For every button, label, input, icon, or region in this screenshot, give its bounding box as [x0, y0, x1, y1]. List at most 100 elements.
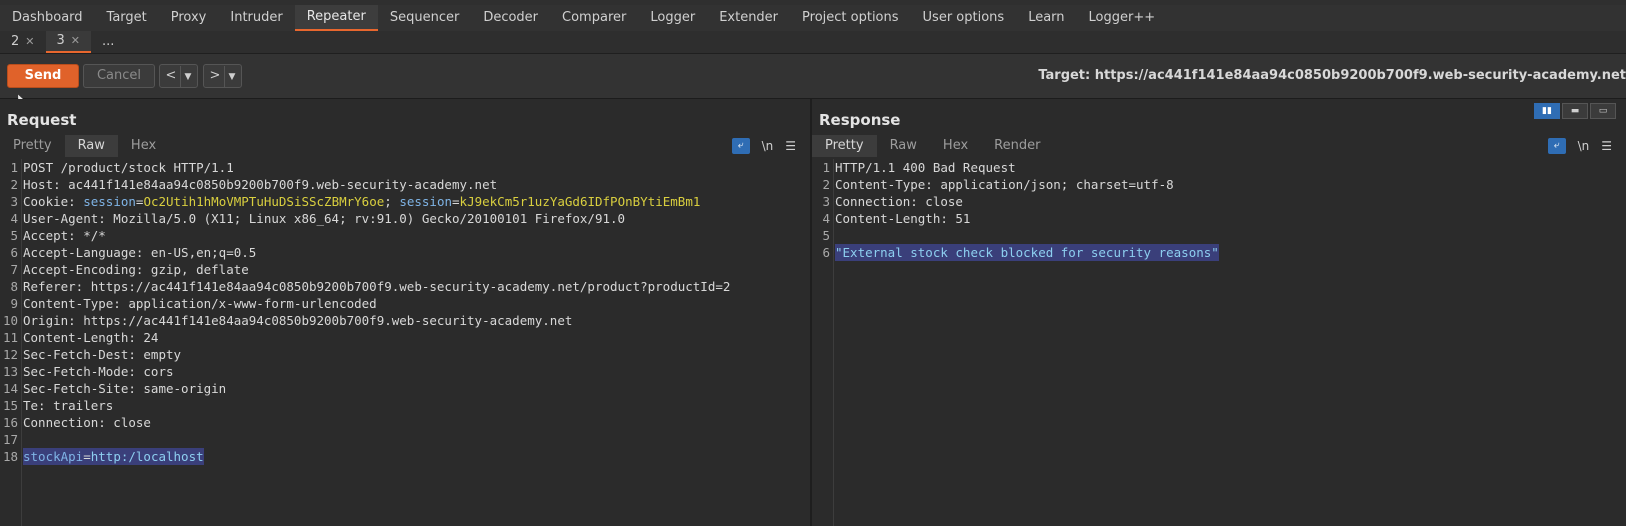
repeater-tab-label: 2: [11, 34, 20, 49]
menu-learn[interactable]: Learn: [1016, 5, 1076, 31]
line-number: 17: [2, 432, 18, 447]
status-line: HTTP/1.1 400 Bad Request: [835, 160, 1016, 175]
header-line: Referer: https://ac441f141e84aa94c0850b9…: [23, 279, 731, 294]
layout-switcher: ▮▮ ▬ ▭: [1534, 103, 1616, 119]
header-line: Content-Type: application/json; charset=…: [835, 177, 1174, 192]
line-number: 11: [2, 330, 18, 345]
menu-proxy[interactable]: Proxy: [159, 5, 219, 31]
repeater-tab-bar: 2 ✕ 3 ✕ ...: [0, 31, 1626, 54]
header-line: Sec-Fetch-Mode: cors: [23, 364, 174, 379]
tab-render[interactable]: Render: [981, 135, 1053, 157]
response-editor[interactable]: 1 HTTP/1.1 400 Bad Request 2 Content-Type:…: [812, 159, 1626, 526]
header-line: Content-Length: 51: [835, 211, 971, 226]
tab-hex[interactable]: Hex: [930, 135, 981, 157]
line-number: 6: [10, 245, 18, 260]
target-label[interactable]: Target: https://ac441f141e84aa94c0850b92…: [1038, 68, 1626, 83]
menu-logger[interactable]: Logger: [638, 5, 707, 31]
menu-comparer[interactable]: Comparer: [550, 5, 638, 31]
tab-raw[interactable]: Raw: [877, 135, 930, 157]
line-number: 13: [2, 364, 18, 379]
request-editor-tools: ⤶ \n ☰: [731, 138, 796, 154]
tab-hex[interactable]: Hex: [118, 135, 169, 157]
cookie-name: session: [83, 194, 136, 209]
main-menu: Dashboard Target Proxy Intruder Repeater…: [0, 5, 1626, 32]
line-number: 2: [10, 177, 18, 192]
chevron-right-icon: >: [209, 68, 221, 83]
body-line-selected: stockApi=http:/localhost: [23, 448, 204, 465]
new-tab-button[interactable]: ...: [91, 31, 125, 53]
layout-side-by-side-icon[interactable]: ▮▮: [1534, 103, 1560, 119]
menu-intruder[interactable]: Intruder: [218, 5, 294, 31]
response-title: Response: [819, 111, 901, 129]
body-param-name: stockApi: [23, 449, 84, 464]
header-line: Connection: close: [835, 194, 963, 209]
menu-target[interactable]: Target: [95, 5, 159, 31]
header-line: Host: ac441f141e84aa94c0850b9200b700f9.w…: [23, 177, 498, 192]
line-number: 9: [10, 296, 18, 311]
menu-logger-plus[interactable]: Logger++: [1077, 5, 1168, 31]
close-icon[interactable]: ✕: [25, 31, 34, 53]
line-number: 4: [822, 211, 830, 226]
layout-tabs-icon[interactable]: ▭: [1590, 103, 1616, 119]
header-line: Accept-Encoding: gzip, deflate: [23, 262, 249, 277]
header-line: Connection: close: [23, 415, 151, 430]
line-number: 2: [822, 177, 830, 192]
newline-toggle-icon[interactable]: \n: [762, 139, 774, 153]
request-editor[interactable]: 1 POST /product/stock HTTP/1.1 2 Host: ac4…: [0, 159, 810, 526]
header-line: Accept: */*: [23, 228, 106, 243]
repeater-tab-2[interactable]: 2 ✕: [0, 31, 46, 53]
menu-user-options[interactable]: User options: [911, 5, 1017, 31]
menu-dashboard[interactable]: Dashboard: [0, 5, 95, 31]
cookie-header-name: Cookie:: [23, 194, 76, 209]
cookie-name: session: [399, 194, 453, 209]
repeater-tab-3[interactable]: 3 ✕: [45, 31, 91, 53]
header-line: Sec-Fetch-Dest: empty: [23, 347, 182, 362]
line-number: 1: [822, 160, 830, 175]
layout-stacked-icon[interactable]: ▬: [1562, 103, 1588, 119]
menu-sequencer[interactable]: Sequencer: [378, 5, 471, 31]
close-icon[interactable]: ✕: [71, 31, 80, 51]
tab-pretty[interactable]: Pretty: [812, 135, 877, 157]
history-back-button[interactable]: < ▼: [159, 64, 198, 88]
line-number: 7: [10, 262, 18, 277]
header-line: Origin: https://ac441f141e84aa94c0850b92…: [23, 313, 573, 328]
repeater-tab-label: 3: [56, 33, 65, 48]
cookie-value: kJ9ekCm5r1uzYaGd6IDfPOnBYtiEmBm1: [459, 194, 701, 209]
response-view-tabs: Pretty Raw Hex Render: [812, 135, 1053, 157]
menu-icon[interactable]: ☰: [1601, 139, 1612, 153]
menu-icon[interactable]: ☰: [785, 139, 796, 153]
line-number: 5: [10, 228, 18, 243]
cancel-button[interactable]: Cancel: [83, 64, 155, 88]
request-view-tabs: Pretty Raw Hex: [0, 135, 169, 157]
header-line: Accept-Language: en-US,en;q=0.5: [23, 245, 257, 260]
line-number: 12: [2, 347, 18, 362]
word-wrap-icon[interactable]: ⤶: [731, 138, 750, 154]
dropdown-arrow-icon[interactable]: ▼: [180, 66, 195, 88]
line-number: 16: [2, 415, 18, 430]
menu-decoder[interactable]: Decoder: [471, 5, 550, 31]
history-forward-button[interactable]: > ▼: [203, 64, 242, 88]
dropdown-arrow-icon[interactable]: ▼: [224, 66, 239, 88]
line-number: 4: [10, 211, 18, 226]
line-number: 5: [822, 228, 830, 243]
tab-pretty[interactable]: Pretty: [0, 135, 65, 157]
send-button[interactable]: Send: [7, 64, 79, 88]
menu-project-options[interactable]: Project options: [790, 5, 911, 31]
header-line: Te: trailers: [23, 398, 114, 413]
line-number: 1: [10, 160, 18, 175]
cookie-line: Cookie: session=Oc2Utih1hMoVMPTuHuDSiSSc…: [23, 194, 701, 209]
word-wrap-icon[interactable]: ⤶: [1547, 138, 1566, 154]
header-line: Sec-Fetch-Site: same-origin: [23, 381, 227, 396]
cookie-value: Oc2Utih1hMoVMPTuHuDSiSScZBMrY6oe: [143, 194, 385, 209]
body-param-value: http:/localhost: [90, 449, 204, 464]
response-body-selected: "External stock check blocked for securi…: [835, 244, 1219, 261]
menu-extender[interactable]: Extender: [707, 5, 790, 31]
request-line: POST /product/stock HTTP/1.1: [23, 160, 234, 175]
tab-raw[interactable]: Raw: [64, 135, 118, 157]
chevron-left-icon: <: [165, 68, 177, 83]
newline-toggle-icon[interactable]: \n: [1578, 139, 1590, 153]
menu-repeater[interactable]: Repeater: [294, 5, 378, 31]
line-number: 6: [822, 245, 830, 260]
line-number: 3: [10, 194, 18, 209]
request-title: Request: [7, 111, 77, 129]
